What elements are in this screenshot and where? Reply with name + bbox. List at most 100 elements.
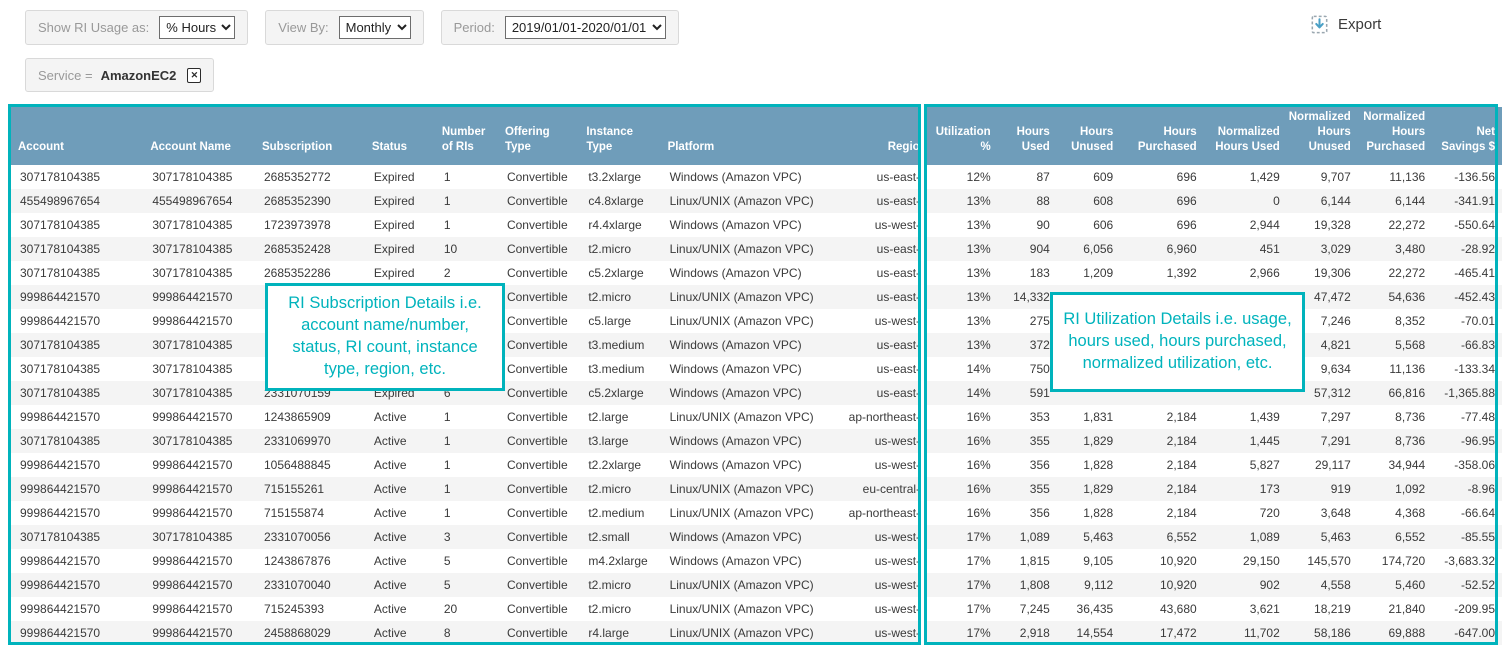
cell-normalized-hours-unused: 4,821 [1287,333,1358,357]
column-header-status[interactable]: Status [364,107,434,165]
cell-account-name: 307178104385 [142,213,254,237]
table-row[interactable]: 999864421570999864421570715245393Active2… [10,597,1502,621]
table-row[interactable]: 999864421570999864421570715155261Active1… [10,477,1502,501]
cell-net-savings: -133.34 [1432,357,1502,381]
table-row[interactable]: 3071781043853071781043851723973978Expire… [10,213,1502,237]
table-row[interactable]: 3071781043853071781043852331070159Expire… [10,381,1502,405]
table-row[interactable]: 307178104385307178104385Convertiblet3.me… [10,333,1502,357]
column-header-offering-type[interactable]: Offering Type [497,107,578,165]
cell-region: us-west-1 [839,525,934,549]
cell-normalized-hours-unused: 9,634 [1287,357,1358,381]
cell-instance-type: t3.2xlarge [578,165,659,189]
table-row[interactable]: 9998644215709998644215702331070040Active… [10,573,1502,597]
column-header-subscription[interactable]: Subscription [254,107,364,165]
cell-status: Active [364,501,434,525]
table-row[interactable]: 999864421570999864421570Convertiblec5.la… [10,309,1502,333]
cell-account-name: 307178104385 [142,525,254,549]
cell-hours-purchased: 2,184 [1120,453,1203,477]
column-header-region[interactable]: Region [839,107,934,165]
table-row[interactable]: 9998644215709998644215701056488845Active… [10,453,1502,477]
column-header-account[interactable]: Account [10,107,142,165]
period-select[interactable]: 2019/01/01-2020/01/01 [505,16,666,39]
cell-hours-used: 904 [998,237,1057,261]
cell-platform: Windows (Amazon VPC) [660,165,839,189]
table-row[interactable]: 307178104385307178104385Convertiblet3.me… [10,357,1502,381]
table-row[interactable]: 3071781043853071781043852685352286Expire… [10,261,1502,285]
cell-instance-type: r4.large [578,621,659,645]
cell-normalized-hours-unused: 19,306 [1287,261,1358,285]
table-row[interactable]: 3071781043853071781043852331070056Active… [10,525,1502,549]
cell-account-name: 307178104385 [142,261,254,285]
cell-normalized-hours-unused: 5,463 [1287,525,1358,549]
cell-account: 307178104385 [10,429,142,453]
cell-offering-type: Convertible [497,501,578,525]
cell-platform: Linux/UNIX (Amazon VPC) [660,621,839,645]
remove-filter-icon[interactable]: ✕ [187,68,201,83]
cell-offering-type: Convertible [497,453,578,477]
cell-number-of-ris [434,285,497,309]
export-download-icon [1308,13,1331,36]
cell-net-savings: -52.52 [1432,573,1502,597]
column-header-utilization-pct[interactable]: Utilization % [934,107,998,165]
column-header-platform[interactable]: Platform [660,107,839,165]
table-row[interactable]: 9998644215709998644215702458868029Active… [10,621,1502,645]
cell-region: us-east-1 [839,261,934,285]
export-button[interactable]: Export [1308,13,1381,36]
export-label: Export [1338,16,1381,33]
cell-hours-used: 1,815 [998,549,1057,573]
column-header-number-of-ris[interactable]: Number of RIs [434,107,497,165]
table-row[interactable]: 9998644215709998644215701243867876Active… [10,549,1502,573]
table-row[interactable]: 9998644215709998644215701243865909Active… [10,405,1502,429]
column-header-normalized-hours-unused[interactable]: Normalized Hours Unused [1287,107,1358,165]
column-header-net-savings[interactable]: Net Savings $ [1432,107,1502,165]
service-filter-chip[interactable]: Service = AmazonEC2 ✕ [25,58,214,92]
cell-account-name: 307178104385 [142,429,254,453]
cell-utilization-pct: 14% [934,381,998,405]
cell-net-savings: -209.95 [1432,597,1502,621]
cell-normalized-hours-unused: 47,472 [1287,285,1358,309]
column-header-hours-unused[interactable]: Hours Unused [1057,107,1120,165]
cell-platform: Windows (Amazon VPC) [660,381,839,405]
cell-number-of-ris: 1 [434,477,497,501]
cell-hours-purchased: 696 [1120,213,1203,237]
column-header-account-name[interactable]: Account Name [142,107,254,165]
view-by-select[interactable]: Monthly [339,16,411,39]
cell-platform: Windows (Amazon VPC) [660,525,839,549]
cell-normalized-hours-purchased: 8,736 [1358,405,1432,429]
column-header-hours-purchased[interactable]: Hours Purchased [1120,107,1203,165]
cell-normalized-hours-purchased: 11,136 [1358,165,1432,189]
column-header-normalized-hours-used[interactable]: Normalized Hours Used [1204,107,1287,165]
column-header-instance-type[interactable]: Instance Type [578,107,659,165]
cell-normalized-hours-unused: 7,246 [1287,309,1358,333]
cell-number-of-ris: 1 [434,501,497,525]
column-header-normalized-hours-purchased[interactable]: Normalized Hours Purchased [1358,107,1432,165]
table-row[interactable]: 3071781043853071781043852331069970Active… [10,429,1502,453]
cell-offering-type: Convertible [497,285,578,309]
cell-normalized-hours-used: 1,429 [1204,165,1287,189]
cell-utilization-pct: 17% [934,525,998,549]
cell-hours-used: 356 [998,501,1057,525]
cell-account-name: 999864421570 [142,309,254,333]
cell-offering-type: Convertible [497,429,578,453]
table-row[interactable]: 3071781043853071781043852685352772Expire… [10,165,1502,189]
cell-normalized-hours-used: 1,439 [1204,405,1287,429]
cell-hours-used: 1,808 [998,573,1057,597]
cell-normalized-hours-purchased: 22,272 [1358,213,1432,237]
table-row[interactable]: 999864421570999864421570Convertiblet2.mi… [10,285,1502,309]
table-row[interactable]: 4554989676544554989676542685352390Expire… [10,189,1502,213]
table-row[interactable]: 3071781043853071781043852685352428Expire… [10,237,1502,261]
cell-normalized-hours-purchased: 4,368 [1358,501,1432,525]
cell-platform: Linux/UNIX (Amazon VPC) [660,309,839,333]
cell-normalized-hours-unused: 3,029 [1287,237,1358,261]
show-ri-usage-select[interactable]: % Hours [159,16,235,39]
cell-account-name: 999864421570 [142,573,254,597]
cell-normalized-hours-purchased: 34,944 [1358,453,1432,477]
cell-platform: Linux/UNIX (Amazon VPC) [660,477,839,501]
table-row[interactable]: 999864421570999864421570715155874Active1… [10,501,1502,525]
cell-subscription: 715155874 [254,501,364,525]
cell-status: Expired [364,381,434,405]
cell-hours-purchased [1120,357,1203,381]
cell-account: 307178104385 [10,213,142,237]
column-header-hours-used[interactable]: Hours Used [998,107,1057,165]
cell-account: 999864421570 [10,549,142,573]
